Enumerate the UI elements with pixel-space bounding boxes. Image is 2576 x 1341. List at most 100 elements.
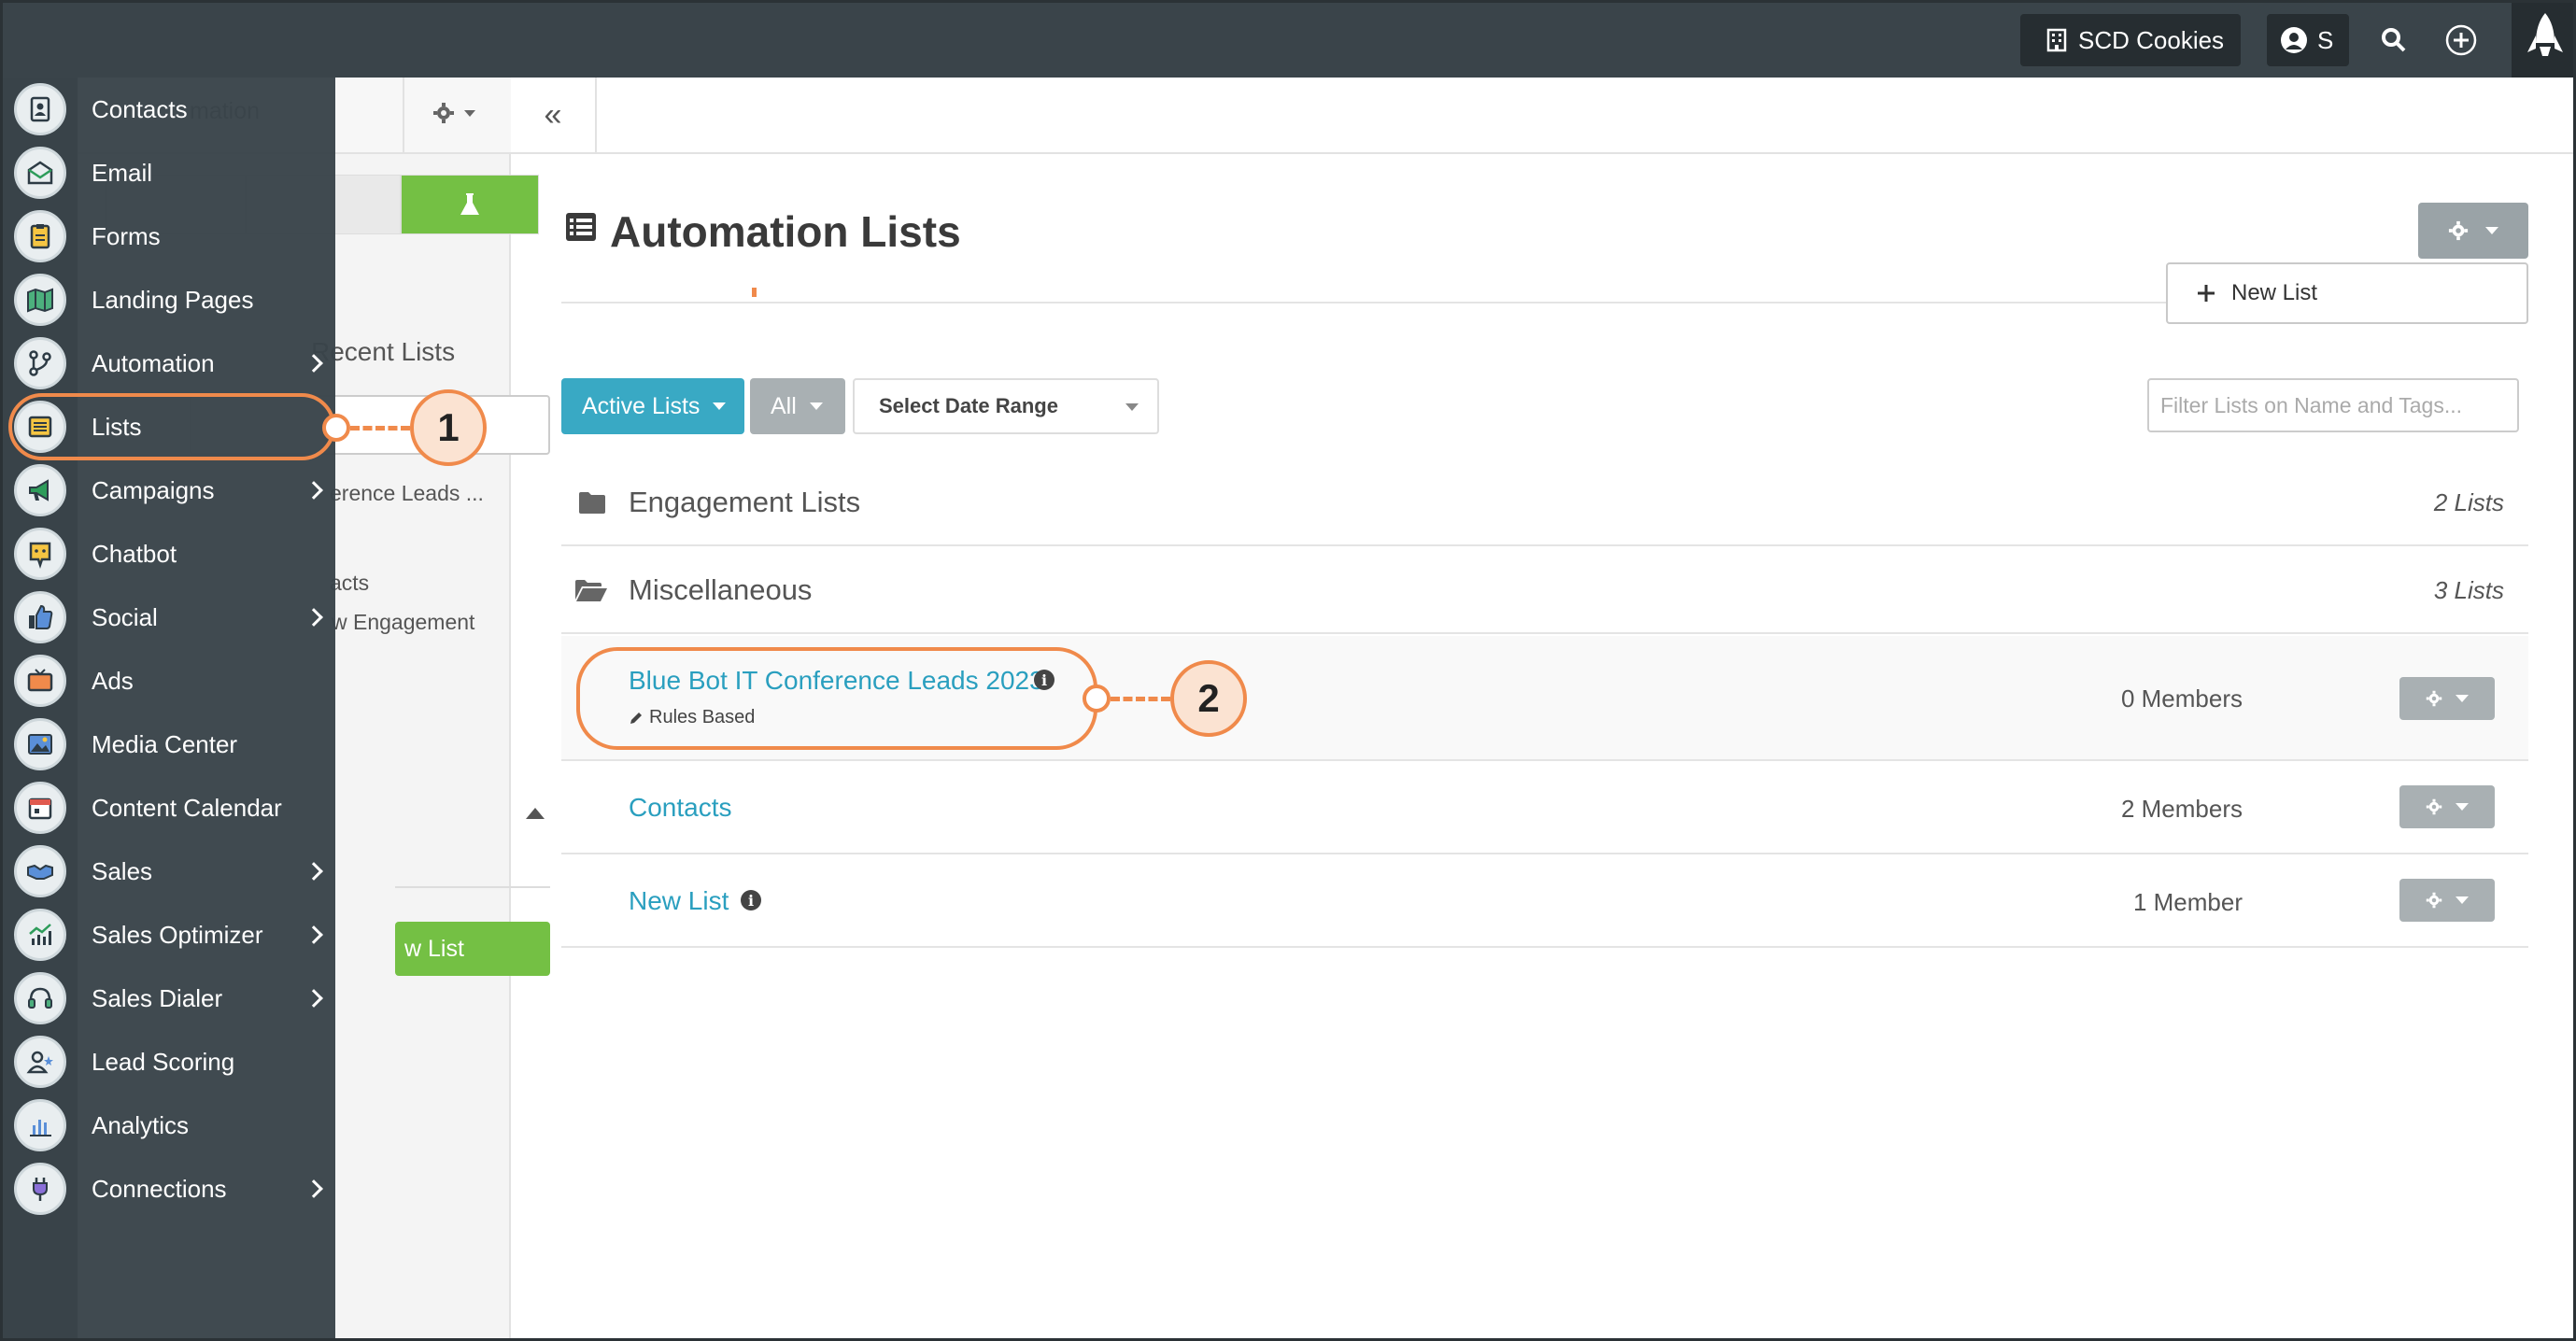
chevron-right-icon bbox=[304, 481, 323, 500]
chatbot-icon bbox=[14, 528, 66, 580]
list-row-contacts: Contacts 2 Members bbox=[561, 761, 2528, 854]
user-star-icon bbox=[14, 1036, 66, 1088]
plus-icon bbox=[2198, 285, 2215, 302]
nav-item-landing-pages[interactable]: Landing Pages bbox=[3, 268, 335, 332]
nav-label: Contacts bbox=[92, 94, 188, 123]
gear-icon bbox=[2426, 798, 2442, 815]
nav-item-social[interactable]: Social bbox=[3, 586, 335, 649]
callout-number-1: 1 bbox=[410, 389, 487, 466]
folder-icon bbox=[579, 492, 605, 514]
panel-item-2[interactable]: acts bbox=[330, 571, 369, 596]
nav-item-content-calendar[interactable]: Content Calendar bbox=[3, 776, 335, 840]
chevron-right-icon bbox=[304, 1179, 323, 1198]
company-name: SCD Cookies bbox=[2078, 25, 2225, 54]
nav-item-media-center[interactable]: Media Center bbox=[3, 713, 335, 776]
search-icon[interactable] bbox=[2373, 20, 2414, 61]
header-divider bbox=[403, 78, 404, 154]
info-icon[interactable]: i bbox=[741, 890, 761, 910]
orange-marker bbox=[752, 288, 757, 297]
nav-item-ads[interactable]: Ads bbox=[3, 649, 335, 713]
nav-item-campaigns[interactable]: Campaigns bbox=[3, 459, 335, 522]
folder-row-miscellaneous[interactable]: Miscellaneous 3 Lists bbox=[561, 548, 2528, 634]
nav-item-analytics[interactable]: Analytics bbox=[3, 1094, 335, 1157]
collapse-caret-icon[interactable] bbox=[526, 808, 545, 819]
filter-lists-input[interactable] bbox=[2147, 378, 2519, 432]
chevron-down-icon bbox=[2485, 227, 2498, 234]
date-range-label: Select Date Range bbox=[879, 394, 1058, 417]
new-list-menu-item[interactable]: New List bbox=[2166, 262, 2528, 324]
forms-icon bbox=[14, 210, 66, 262]
folder-row-engagement[interactable]: Engagement Lists 2 Lists bbox=[561, 460, 2528, 546]
nav-label: Campaigns bbox=[92, 475, 215, 504]
list-actions-button[interactable] bbox=[2399, 785, 2495, 828]
nav-label: Forms bbox=[92, 221, 161, 250]
list-actions-button[interactable] bbox=[2399, 879, 2495, 922]
nav-item-lead-scoring[interactable]: Lead Scoring bbox=[3, 1030, 335, 1094]
all-lists-dropdown[interactable]: All bbox=[750, 378, 845, 434]
chevron-down-icon bbox=[2456, 896, 2469, 904]
folder-count: 3 Lists bbox=[2433, 575, 2504, 604]
list-members: 2 Members bbox=[2120, 795, 2243, 823]
user-initial: S bbox=[2317, 25, 2334, 54]
bar-chart-icon bbox=[14, 1099, 66, 1151]
active-lists-label: Active Lists bbox=[582, 392, 701, 419]
nav-item-email[interactable]: Email bbox=[3, 141, 335, 205]
nav-item-contacts[interactable]: Contacts bbox=[3, 78, 335, 141]
chevron-right-icon bbox=[304, 354, 323, 373]
list-name-link[interactable]: Contacts bbox=[629, 793, 732, 823]
nav-label: Analytics bbox=[92, 1110, 190, 1139]
gear-icon bbox=[433, 103, 454, 123]
date-range-select[interactable]: Select Date Range bbox=[853, 378, 1159, 434]
panel-settings-button[interactable] bbox=[432, 102, 475, 124]
headset-icon bbox=[14, 972, 66, 1024]
app-window: SCD Cookies S mation bbox=[0, 0, 2576, 1341]
callout-highlight-lists bbox=[8, 393, 335, 460]
nav-item-sales-optimizer[interactable]: Sales Optimizer bbox=[3, 903, 335, 967]
company-switcher-button[interactable]: SCD Cookies bbox=[2020, 14, 2241, 66]
nav-label: Email bbox=[92, 158, 153, 187]
list-name-link[interactable]: New List bbox=[629, 886, 729, 916]
gear-icon bbox=[2448, 220, 2469, 241]
chevron-right-icon bbox=[304, 925, 323, 944]
user-menu-button[interactable]: S bbox=[2267, 14, 2349, 66]
folder-name: Miscellaneous bbox=[629, 573, 813, 606]
nav-item-chatbot[interactable]: Chatbot bbox=[3, 522, 335, 586]
list-actions-button[interactable] bbox=[2399, 677, 2495, 720]
rocket-icon[interactable] bbox=[2512, 3, 2573, 78]
all-label: All bbox=[771, 392, 797, 419]
chevron-down-icon bbox=[2456, 803, 2469, 811]
gear-icon bbox=[2426, 892, 2442, 909]
collapse-panel-button[interactable]: « bbox=[511, 78, 597, 154]
flask-icon bbox=[460, 193, 479, 215]
panel-new-list-button[interactable]: w List bbox=[395, 922, 550, 976]
lists-settings-dropdown[interactable] bbox=[2418, 203, 2528, 259]
panel-item-3[interactable]: w Engagement bbox=[332, 610, 474, 635]
nav-label: Media Center bbox=[92, 729, 238, 758]
nav-label: Ads bbox=[92, 666, 134, 695]
active-lists-dropdown[interactable]: Active Lists bbox=[561, 378, 744, 434]
list-icon bbox=[565, 212, 597, 247]
nav-label: Sales bbox=[92, 856, 153, 885]
callout-line bbox=[350, 426, 410, 431]
nav-item-sales[interactable]: Sales bbox=[3, 840, 335, 903]
nav-item-sales-dialer[interactable]: Sales Dialer bbox=[3, 967, 335, 1030]
plus-icon[interactable] bbox=[2441, 20, 2482, 61]
nav-label: Content Calendar bbox=[92, 793, 282, 822]
callout-number-2: 2 bbox=[1170, 660, 1247, 737]
folder-name: Engagement Lists bbox=[629, 486, 861, 518]
list-members: 0 Members bbox=[2120, 685, 2243, 713]
handshake-icon bbox=[14, 845, 66, 897]
panel-item-1[interactable]: erence Leads ... bbox=[330, 481, 484, 506]
megaphone-icon bbox=[14, 464, 66, 516]
panel-tab-test[interactable] bbox=[401, 175, 539, 234]
panel-separator bbox=[395, 886, 550, 888]
title-divider bbox=[561, 302, 2166, 303]
automation-icon bbox=[14, 337, 66, 389]
nav-item-forms[interactable]: Forms bbox=[3, 205, 335, 268]
thumbs-up-icon bbox=[14, 591, 66, 643]
list-members: 1 Member bbox=[2132, 888, 2243, 916]
nav-item-automation[interactable]: Automation bbox=[3, 332, 335, 395]
nav-label: Connections bbox=[92, 1174, 227, 1203]
nav-item-connections[interactable]: Connections bbox=[3, 1157, 335, 1221]
nav-label: Sales Optimizer bbox=[92, 920, 263, 949]
